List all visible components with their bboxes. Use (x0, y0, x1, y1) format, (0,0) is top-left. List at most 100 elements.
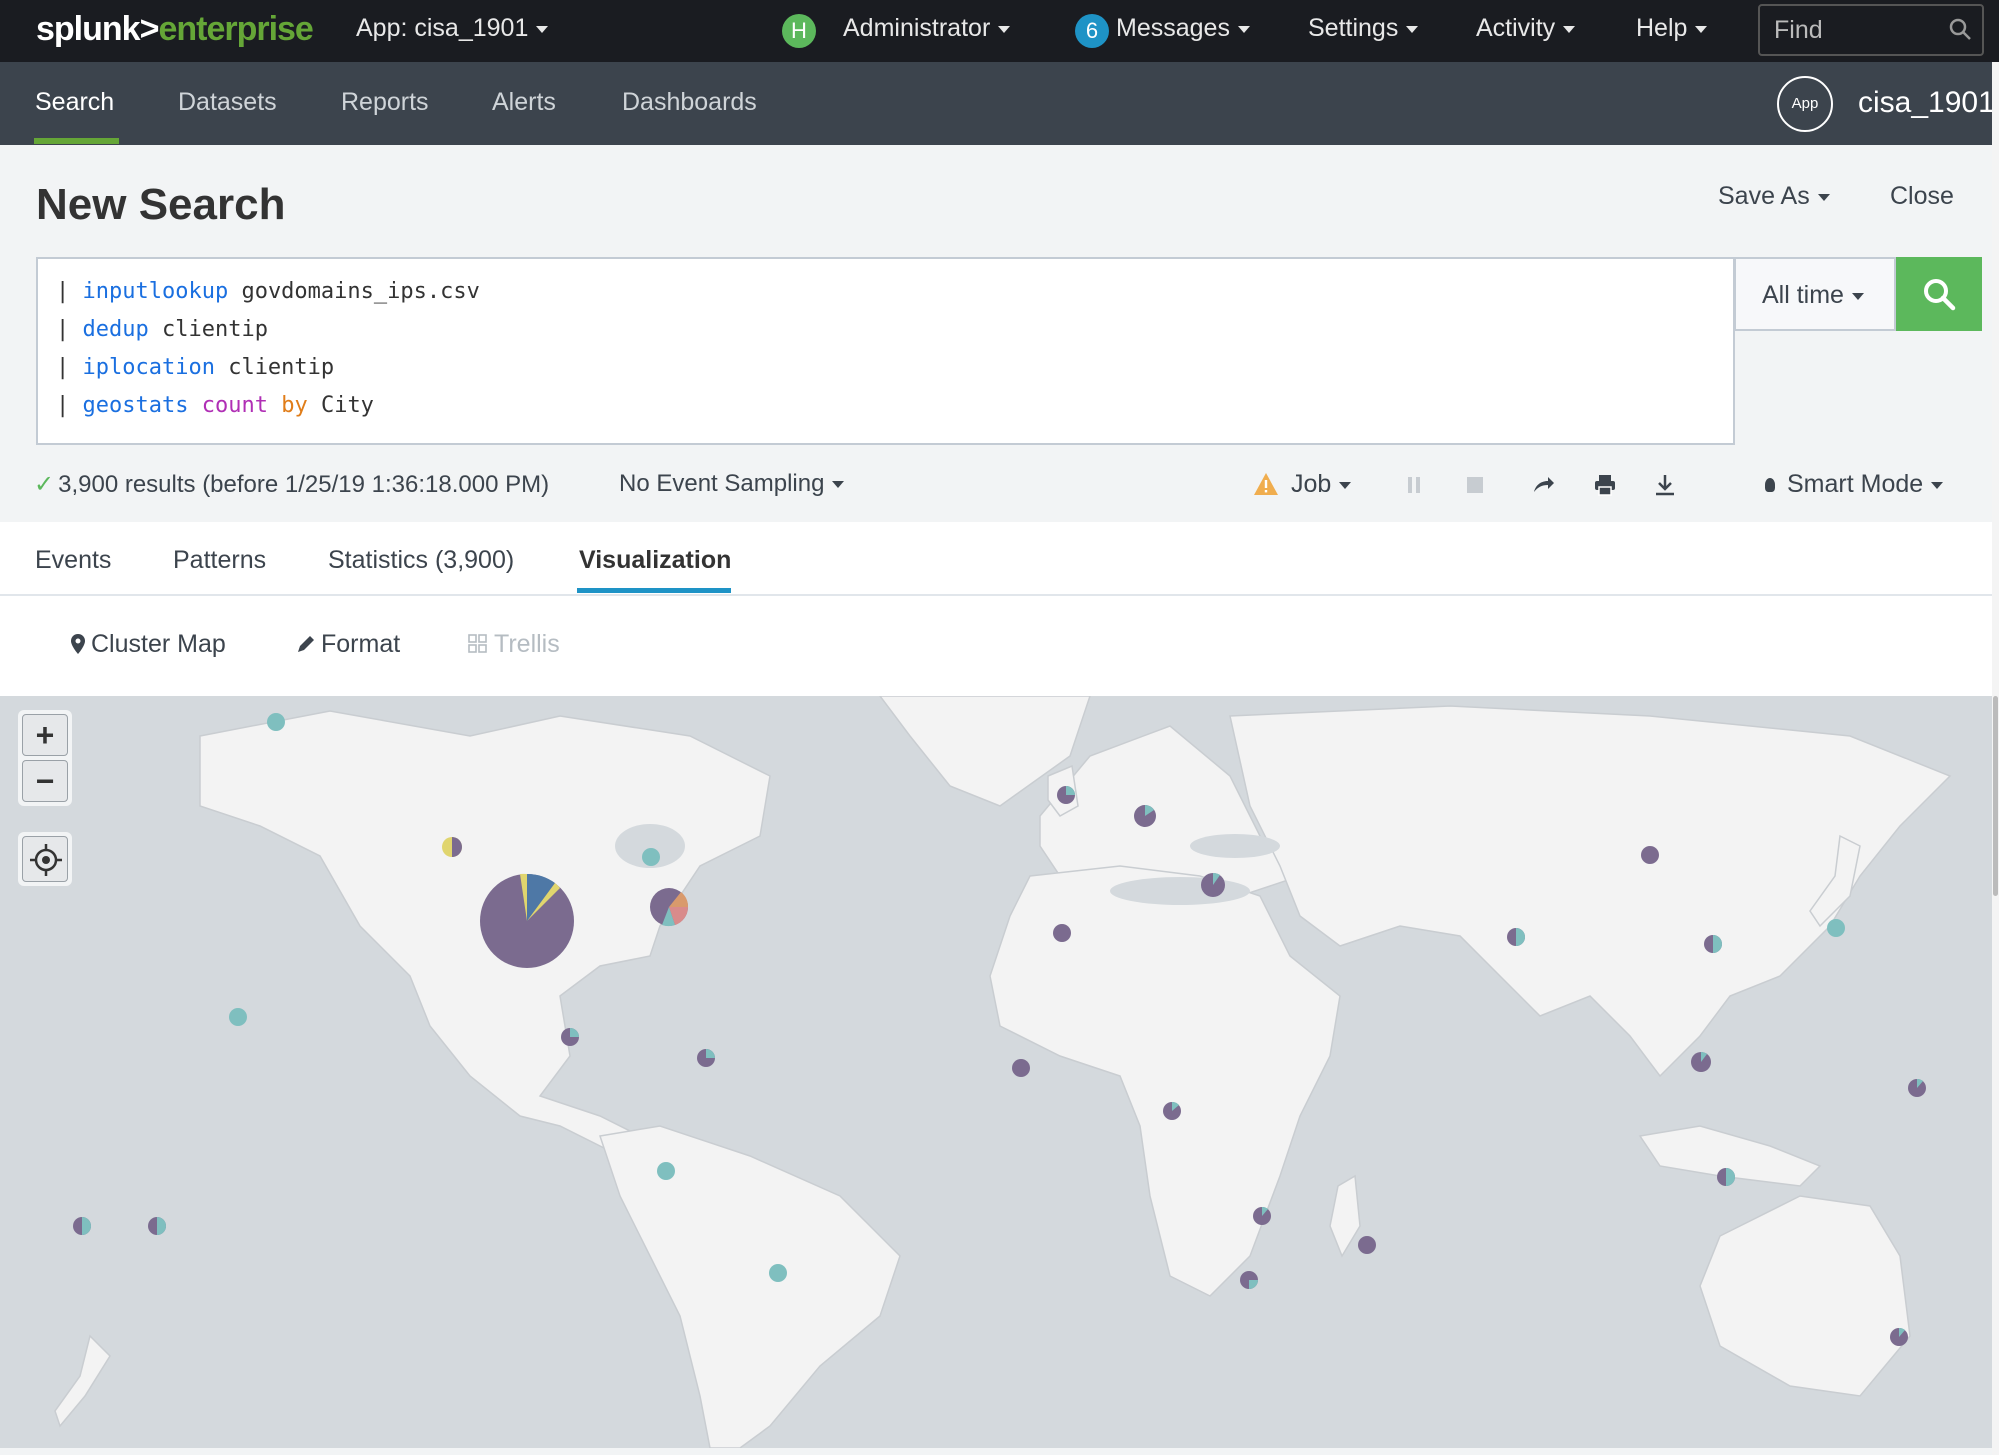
tab-alerts[interactable]: Alerts (492, 88, 556, 117)
pencil-icon (298, 636, 314, 652)
time-range-picker[interactable]: All time (1734, 257, 1896, 331)
share-icon[interactable] (1530, 472, 1556, 498)
cluster-marker[interactable] (1012, 1059, 1030, 1077)
event-sampling-selector[interactable]: No Event Sampling (619, 470, 845, 498)
tab-events[interactable]: Events (35, 546, 111, 575)
top-bar: splunk>enterprise App: cisa_1901 H Admin… (0, 0, 1999, 62)
lightbulb-icon (1765, 478, 1775, 493)
tab-patterns[interactable]: Patterns (173, 546, 266, 575)
format-button[interactable]: Format (296, 630, 400, 659)
chevron-down-icon (1817, 193, 1830, 201)
chevron-down-icon (1237, 25, 1250, 33)
tab-dashboards[interactable]: Dashboards (622, 88, 757, 117)
cluster-marker[interactable] (1827, 919, 1845, 937)
cluster-marker[interactable] (1507, 928, 1525, 946)
warning-icon (1254, 473, 1278, 495)
cluster-marker[interactable] (697, 1049, 715, 1067)
cluster-marker[interactable] (148, 1217, 166, 1235)
messages-count-badge: 6 (1075, 14, 1109, 48)
settings-menu[interactable]: Settings (1308, 14, 1419, 43)
search-mode-selector[interactable]: Smart Mode (1765, 470, 1944, 499)
cluster-marker[interactable] (650, 888, 689, 927)
active-tab-indicator (577, 588, 731, 593)
tab-visualization[interactable]: Visualization (579, 546, 731, 575)
tab-search[interactable]: Search (35, 88, 114, 117)
chevron-down-icon (832, 481, 845, 489)
recenter-button[interactable] (22, 836, 68, 882)
results-status: ✓ 3,900 results (before 1/25/19 1:36:18.0… (34, 471, 550, 498)
chevron-down-icon (1563, 25, 1576, 33)
cluster-marker[interactable] (1163, 1101, 1181, 1120)
tab-reports[interactable]: Reports (341, 88, 429, 117)
messages-menu[interactable]: Messages (1116, 14, 1250, 43)
pause-icon[interactable] (1401, 472, 1427, 498)
activity-menu[interactable]: Activity (1476, 14, 1576, 43)
visualization-type-picker[interactable]: Cluster Map (71, 630, 226, 659)
cluster-marker[interactable] (657, 1162, 675, 1180)
cluster-marker[interactable] (1240, 1271, 1258, 1289)
active-tab-indicator (34, 138, 119, 144)
cluster-marker[interactable] (769, 1264, 787, 1282)
chevron-down-icon (1851, 292, 1864, 300)
grid-icon (468, 634, 487, 653)
cluster-marker[interactable] (480, 873, 574, 968)
cluster-marker[interactable] (73, 1217, 91, 1235)
app-name: cisa_1901 (1858, 86, 1995, 119)
cluster-marker[interactable] (267, 713, 285, 731)
cluster-marker[interactable] (1201, 872, 1225, 897)
cluster-marker[interactable] (1053, 924, 1071, 942)
scrollbar-thumb[interactable] (1993, 696, 1998, 896)
cluster-marker[interactable] (442, 837, 462, 857)
cluster-marker[interactable] (642, 848, 660, 866)
print-icon[interactable] (1592, 472, 1618, 498)
app-icon[interactable]: App (1777, 76, 1833, 132)
cluster-marker[interactable] (1717, 1168, 1735, 1186)
app-selector[interactable]: App: cisa_1901 (356, 14, 549, 43)
help-menu[interactable]: Help (1636, 14, 1708, 43)
job-menu[interactable]: Job (1291, 470, 1352, 499)
save-as-button[interactable]: Save As (1718, 182, 1830, 211)
cluster-marker[interactable] (1691, 1052, 1711, 1072)
cluster-marker[interactable] (1134, 805, 1156, 827)
zoom-control: + − (18, 710, 72, 806)
cluster-marker[interactable] (1358, 1236, 1376, 1254)
stop-icon[interactable] (1462, 472, 1488, 498)
user-menu[interactable]: Administrator (843, 14, 1011, 43)
tab-datasets[interactable]: Datasets (178, 88, 277, 117)
cluster-marker[interactable] (1253, 1206, 1271, 1225)
cluster-marker[interactable] (1908, 1078, 1926, 1097)
chevron-down-icon (1406, 25, 1419, 33)
query-line: | geostats count by City (56, 393, 374, 418)
result-tabs: Events Patterns Statistics (3,900) Visua… (0, 522, 1999, 596)
splunk-logo[interactable]: splunk>enterprise (36, 10, 314, 49)
cluster-marker[interactable] (1704, 935, 1722, 953)
close-button[interactable]: Close (1890, 182, 1954, 211)
chevron-down-icon (1695, 25, 1708, 33)
cluster-marker[interactable] (229, 1008, 247, 1026)
crosshair-icon (30, 844, 62, 876)
trellis-button[interactable]: Trellis (468, 630, 560, 659)
app-bar: Search Datasets Reports Alerts Dashboard… (0, 62, 1999, 145)
cluster-map[interactable]: + − (0, 696, 1992, 1448)
check-icon: ✓ (34, 471, 55, 498)
cluster-marker[interactable] (1641, 846, 1659, 864)
cluster-marker[interactable] (561, 1028, 579, 1046)
search-button[interactable] (1896, 257, 1982, 331)
cluster-markers (73, 713, 1926, 1346)
chevron-down-icon (998, 25, 1011, 33)
search-query-editor[interactable]: | inputlookup govdomains_ips.csv | dedup… (36, 257, 1735, 445)
tab-statistics[interactable]: Statistics (3,900) (328, 546, 514, 575)
download-icon[interactable] (1652, 472, 1678, 498)
zoom-in-button[interactable]: + (22, 714, 68, 756)
cluster-marker[interactable] (1057, 786, 1075, 804)
find-input[interactable]: Find (1758, 4, 1984, 56)
chevron-down-icon (1339, 481, 1352, 489)
chevron-down-icon (536, 25, 549, 33)
search-icon (1949, 18, 1971, 40)
query-line: | inputlookup govdomains_ips.csv (56, 279, 480, 304)
cluster-marker[interactable] (1890, 1327, 1908, 1346)
search-icon (1924, 279, 1956, 311)
zoom-out-button[interactable]: − (22, 760, 68, 802)
user-avatar: H (782, 14, 816, 48)
page-title: New Search (36, 180, 286, 229)
